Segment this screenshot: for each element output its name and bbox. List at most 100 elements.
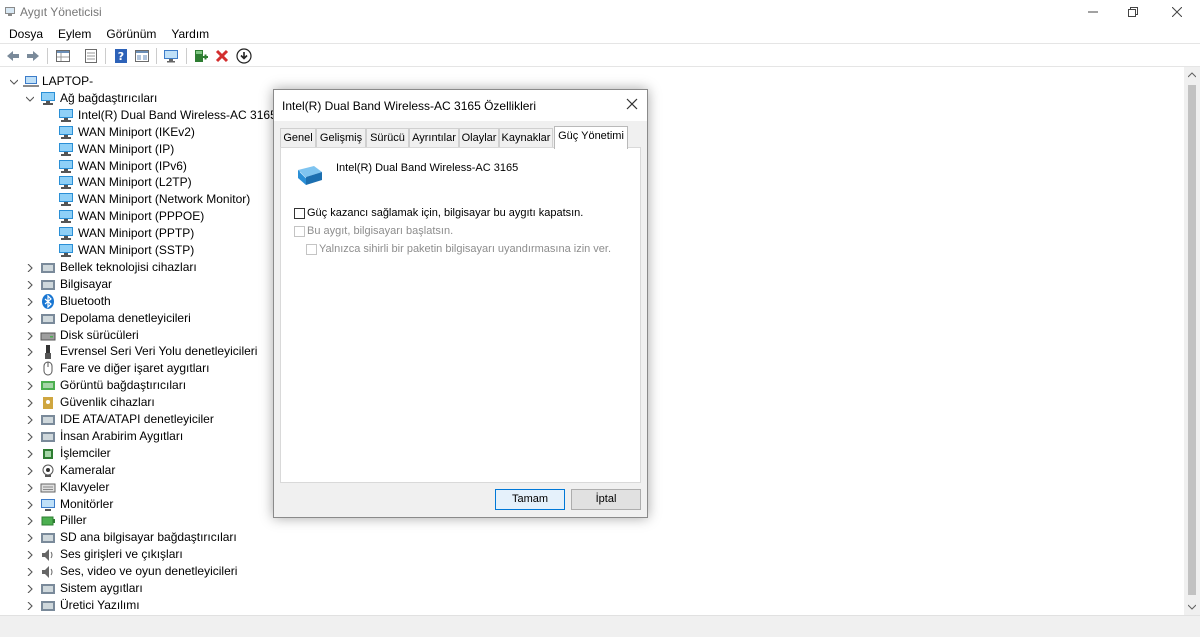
chevron-right-icon[interactable] bbox=[26, 314, 34, 323]
toolbar-separator bbox=[105, 48, 106, 64]
chevron-right-icon[interactable] bbox=[26, 517, 34, 526]
network-icon bbox=[59, 108, 73, 122]
tab-power-management[interactable]: Güç Yönetimi bbox=[554, 126, 628, 149]
network-icon bbox=[59, 142, 73, 156]
chevron-right-icon[interactable] bbox=[26, 280, 34, 289]
network-icon bbox=[59, 210, 73, 224]
uninstall-button[interactable] bbox=[213, 47, 231, 65]
tree-item-label: Ağ bağdaştırıcıları bbox=[60, 90, 158, 105]
chevron-right-icon[interactable] bbox=[26, 585, 34, 593]
restore-icon bbox=[1128, 7, 1138, 17]
tree-item-label: WAN Miniport (IPv6) bbox=[78, 158, 187, 173]
ok-button[interactable]: Tamam bbox=[495, 489, 565, 510]
menu-help[interactable]: Yardım bbox=[162, 24, 215, 43]
tab-general[interactable]: Genel bbox=[280, 128, 316, 148]
chevron-right-icon[interactable] bbox=[26, 263, 34, 272]
show-hidden-icon bbox=[85, 49, 97, 63]
tab-panel: Intel(R) Dual Band Wireless-AC 3165 Güç … bbox=[280, 147, 641, 483]
scroll-down-icon[interactable] bbox=[1188, 603, 1196, 611]
toolbar: ? bbox=[0, 43, 1200, 67]
checkbox-box bbox=[294, 226, 305, 237]
help-button[interactable]: ? bbox=[112, 47, 130, 65]
menu-view[interactable]: Görünüm bbox=[97, 24, 162, 43]
tree-item-label: Bellek teknolojisi cihazları bbox=[60, 259, 197, 274]
monitor-icon bbox=[164, 50, 178, 63]
properties-button[interactable] bbox=[54, 47, 72, 65]
processor-icon bbox=[43, 448, 53, 459]
back-button[interactable] bbox=[4, 47, 22, 65]
properties-grid-icon bbox=[56, 50, 70, 62]
network-icon bbox=[59, 125, 73, 139]
chevron-right-icon[interactable] bbox=[26, 365, 34, 374]
security-icon bbox=[43, 397, 53, 410]
storage-controller-icon bbox=[41, 313, 55, 324]
add-driver-button[interactable] bbox=[192, 47, 210, 65]
usb-icon bbox=[45, 345, 51, 360]
chevron-right-icon[interactable] bbox=[26, 382, 34, 391]
dialog-title-bar: Intel(R) Dual Band Wireless-AC 3165 Özel… bbox=[274, 90, 647, 121]
chevron-right-icon[interactable] bbox=[26, 568, 34, 577]
toolbar-separator bbox=[156, 48, 157, 64]
close-icon bbox=[1172, 7, 1182, 17]
uninstall-icon bbox=[215, 49, 229, 63]
tab-advanced[interactable]: Gelişmiş bbox=[316, 128, 366, 148]
chevron-down-icon[interactable] bbox=[26, 95, 34, 103]
network-icon bbox=[41, 91, 55, 105]
tree-item-label: Sistem aygıtları bbox=[60, 581, 143, 595]
menu-file[interactable]: Dosya bbox=[0, 24, 49, 43]
camera-icon bbox=[42, 464, 54, 477]
chevron-right-icon[interactable] bbox=[26, 416, 34, 424]
chevron-right-icon[interactable] bbox=[26, 483, 34, 492]
minimize-icon bbox=[1088, 11, 1098, 13]
chevron-right-icon[interactable] bbox=[26, 551, 34, 560]
tree-item-label: WAN Miniport (SSTP) bbox=[78, 243, 195, 257]
chevron-right-icon[interactable] bbox=[26, 466, 34, 475]
network-adapter-icon bbox=[298, 166, 322, 185]
tab-resources[interactable]: Kaynaklar bbox=[499, 128, 553, 148]
system-devices-icon bbox=[41, 584, 55, 594]
tree-item-label: Intel(R) Dual Band Wireless-AC 3165 bbox=[78, 107, 277, 122]
maximize-button[interactable] bbox=[1110, 0, 1156, 24]
cancel-button[interactable]: İptal bbox=[571, 489, 641, 510]
tree-item-label: Piller bbox=[60, 513, 87, 528]
show-hidden-button[interactable] bbox=[82, 47, 100, 65]
dialog-close-icon[interactable] bbox=[625, 97, 639, 111]
tab-driver[interactable]: Sürücü bbox=[366, 128, 409, 148]
computer-icon bbox=[41, 279, 55, 290]
chevron-right-icon[interactable] bbox=[26, 449, 34, 458]
chevron-right-icon[interactable] bbox=[26, 348, 34, 357]
tab-details[interactable]: Ayrıntılar bbox=[409, 128, 459, 148]
menu-action[interactable]: Eylem bbox=[49, 24, 97, 43]
tree-category[interactable]: Ses, video ve oyun denetleyicileri bbox=[0, 563, 1184, 580]
display-adapter-icon bbox=[41, 381, 55, 391]
chevron-right-icon[interactable] bbox=[26, 500, 34, 509]
tab-events[interactable]: Olaylar bbox=[459, 128, 499, 148]
scroll-up-icon[interactable] bbox=[1188, 71, 1196, 79]
tree-category[interactable]: Üretici Yazılımı bbox=[0, 597, 1184, 614]
forward-button[interactable] bbox=[24, 47, 42, 65]
update-driver-button[interactable] bbox=[235, 47, 253, 65]
chevron-right-icon[interactable] bbox=[26, 601, 34, 610]
network-icon bbox=[59, 176, 73, 190]
chevron-right-icon[interactable] bbox=[26, 331, 34, 340]
chevron-down-icon[interactable] bbox=[10, 78, 18, 86]
tree-category[interactable]: SD ana bilgisayar bağdaştırıcıları bbox=[0, 529, 1184, 546]
tree-category[interactable]: Ses girişleri ve çıkışları bbox=[0, 546, 1184, 563]
chevron-right-icon[interactable] bbox=[26, 297, 34, 306]
tree-root[interactable]: LAPTOP- bbox=[0, 73, 1184, 90]
bluetooth-icon bbox=[42, 293, 54, 309]
tree-category[interactable]: Sistem aygıtları bbox=[0, 580, 1184, 597]
chevron-right-icon[interactable] bbox=[26, 534, 34, 543]
checkbox-box[interactable] bbox=[294, 208, 305, 219]
disk-drive-icon bbox=[40, 332, 56, 340]
scroll-thumb[interactable] bbox=[1188, 85, 1196, 595]
sd-host-icon bbox=[41, 533, 55, 544]
checkbox-label: Yalnızca sihirli bir paketin bilgisayarı… bbox=[319, 243, 612, 255]
view-button[interactable] bbox=[133, 47, 151, 65]
chevron-right-icon[interactable] bbox=[26, 399, 34, 408]
device-manager-icon bbox=[5, 7, 15, 16]
scan-hardware-button[interactable] bbox=[162, 47, 180, 65]
chevron-right-icon[interactable] bbox=[26, 432, 34, 441]
vertical-scrollbar[interactable] bbox=[1184, 67, 1200, 615]
close-button[interactable] bbox=[1154, 0, 1200, 24]
